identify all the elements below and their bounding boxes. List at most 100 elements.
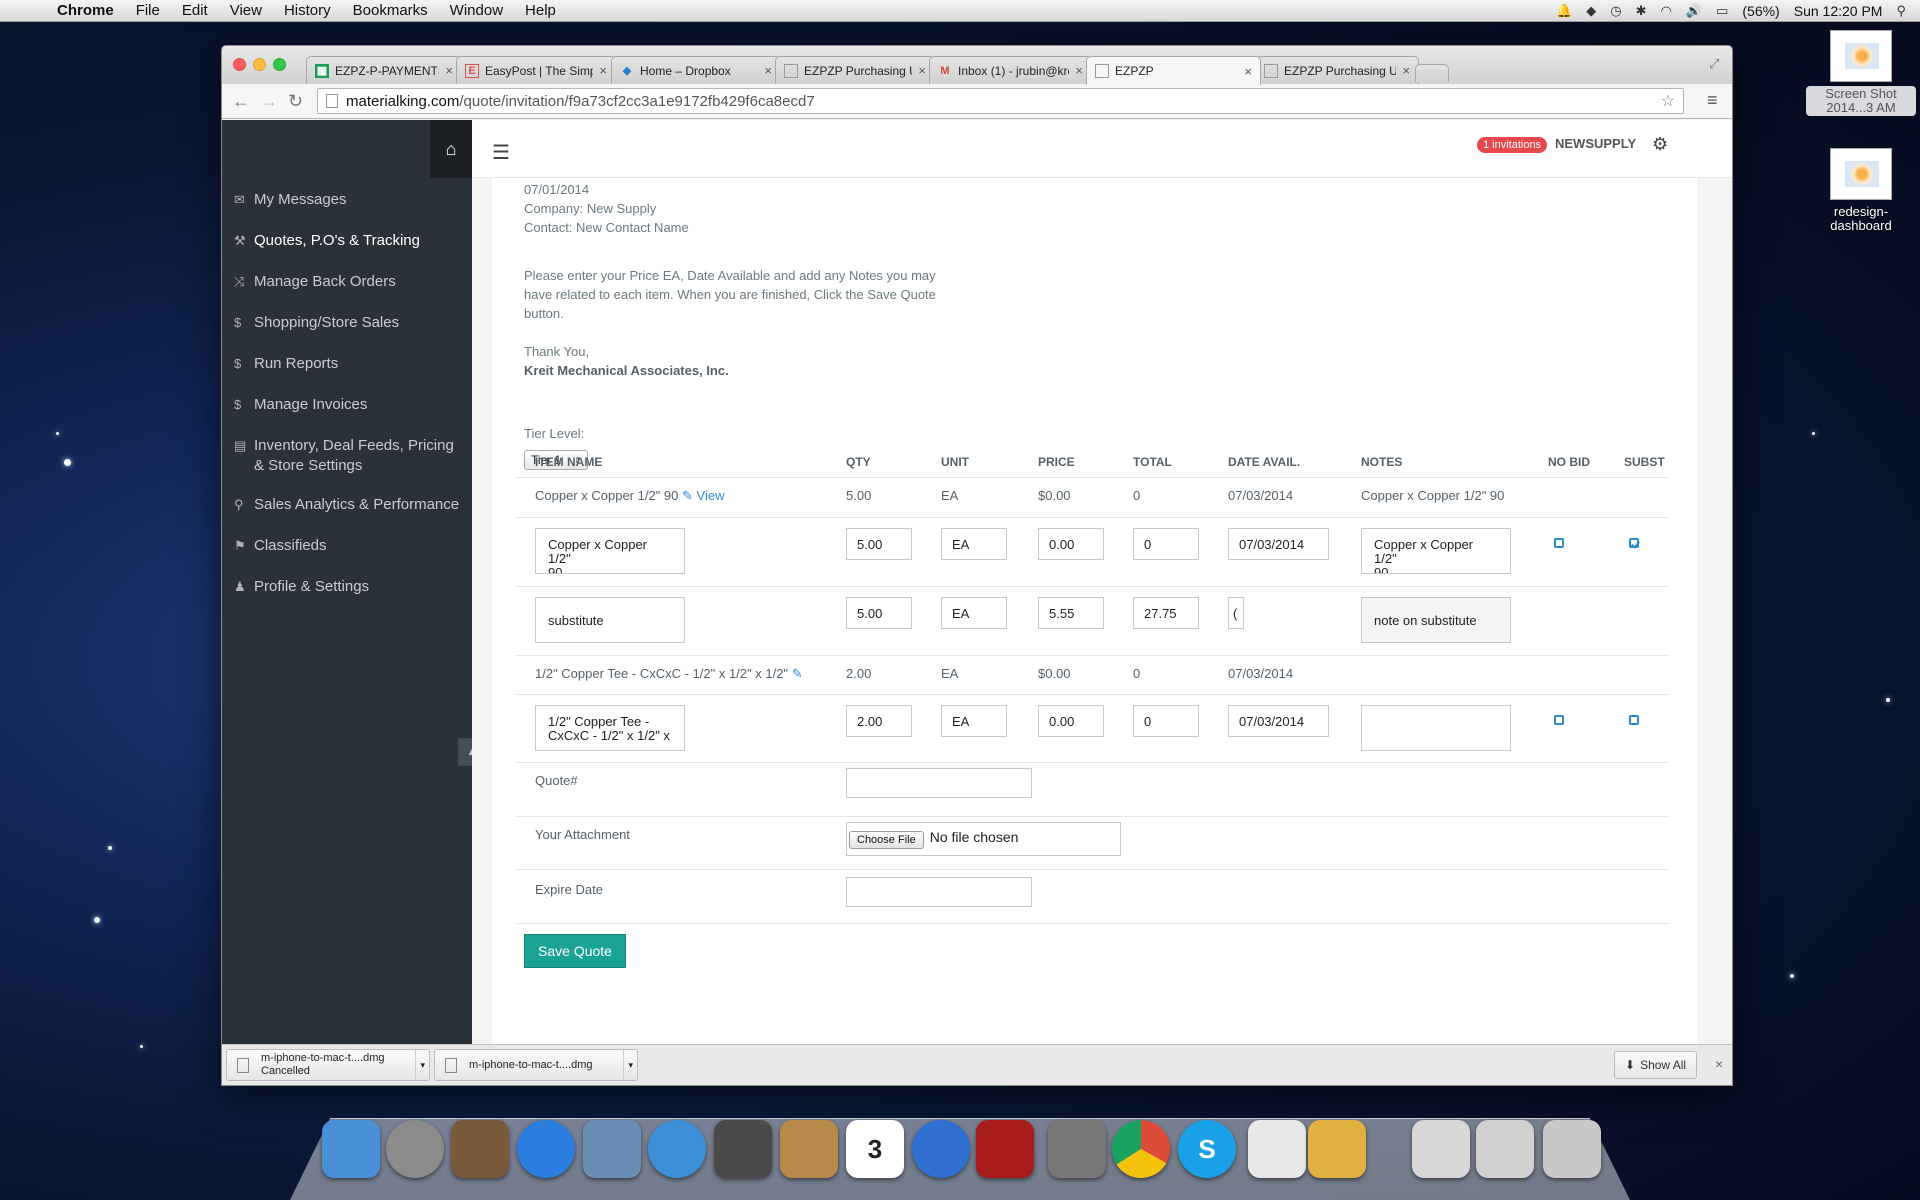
qty-input[interactable]: 2.00 [846, 705, 912, 737]
browser-tab[interactable]: EZPZP Purchasing User Ad × [775, 56, 935, 84]
spotlight-icon[interactable]: ⚲ [1896, 3, 1906, 19]
download-item[interactable]: m-iphone-to-mac-t....dmg Cancelled ▾ [226, 1049, 430, 1081]
paint-icon[interactable] [1308, 1120, 1366, 1178]
documents-icon[interactable] [1412, 1120, 1470, 1178]
launchpad-icon[interactable] [386, 1120, 444, 1178]
menu-file[interactable]: File [125, 2, 171, 19]
total-input[interactable]: 27.75 [1133, 597, 1199, 629]
menu-help[interactable]: Help [514, 2, 567, 19]
safari-icon[interactable] [648, 1120, 706, 1178]
contacts-icon[interactable] [780, 1120, 838, 1178]
time-machine-icon[interactable]: ◷ [1610, 3, 1621, 19]
address-bar[interactable]: materialking.com /quote/invitation/f9a73… [317, 88, 1684, 114]
close-tab-icon[interactable]: × [1244, 64, 1252, 79]
sidebar-item-shopping[interactable]: $ Shopping/Store Sales [222, 301, 472, 342]
sidebar-item-reports[interactable]: $ Run Reports [222, 342, 472, 383]
unit-input[interactable]: EA [941, 597, 1007, 629]
browser-tab[interactable]: E EasyPost | The Simple Ship × [456, 56, 616, 84]
calendar-icon[interactable]: 3 [846, 1120, 904, 1178]
no-bid-checkbox[interactable] [1554, 715, 1564, 725]
menu-view[interactable]: View [219, 2, 273, 19]
browser-tab-active[interactable]: EZPZP × [1086, 56, 1261, 85]
sidebar-item-classifieds[interactable]: ⚑ Classifieds [222, 524, 472, 565]
date-input[interactable]: 07/03/2014 [1228, 705, 1329, 737]
downloads-icon[interactable] [1476, 1120, 1534, 1178]
bookmark-star-icon[interactable]: ☆ [1661, 91, 1675, 111]
substitute-name-textarea[interactable]: substitute [535, 597, 685, 643]
desktop-file-redesign-dashboard[interactable]: redesign-dashboard [1806, 148, 1916, 234]
itunes-icon[interactable] [912, 1120, 970, 1178]
finder-icon[interactable] [322, 1120, 380, 1178]
mail-icon[interactable] [583, 1120, 641, 1178]
browser-tab[interactable]: EZPZP Purchasing User Ad × [1255, 56, 1419, 84]
chrome-menu-icon[interactable]: ≡ [1707, 90, 1718, 111]
show-all-downloads-button[interactable]: ⬇ Show All [1614, 1051, 1698, 1079]
close-downloads-icon[interactable]: × [1715, 1056, 1723, 1072]
sidebar-item-profile[interactable]: ♟ Profile & Settings [222, 565, 472, 606]
forward-icon[interactable]: → [260, 91, 278, 112]
hamburger-menu-icon[interactable]: ☰ [492, 140, 510, 165]
unit-input[interactable]: EA [941, 528, 1007, 560]
menu-window[interactable]: Window [439, 2, 514, 19]
trash-icon[interactable] [1543, 1120, 1601, 1178]
item-name-textarea[interactable]: 1/2" Copper Tee - CxCxC - 1/2" x 1/2" x [535, 705, 685, 751]
notification-icon[interactable]: 🔔 [1556, 3, 1572, 19]
sidebar-item-my-messages[interactable]: ✉ My Messages [222, 181, 472, 219]
company-name[interactable]: NEWSUPPLY [1555, 136, 1636, 151]
photo-booth-icon[interactable] [976, 1120, 1034, 1178]
price-input[interactable]: 5.55 [1038, 597, 1104, 629]
browser-tab[interactable]: ▦ EZPZ-P-PAYMENTS – Goog × [306, 56, 462, 84]
new-tab-button[interactable] [1415, 64, 1449, 82]
sidebar-item-back-orders[interactable]: ⤨ Manage Back Orders [222, 260, 472, 301]
total-input[interactable]: 0 [1133, 528, 1199, 560]
menu-app-name[interactable]: Chrome [46, 2, 125, 19]
substitute-notes-textarea[interactable]: note on substitute [1361, 597, 1511, 643]
view-link[interactable]: View [697, 488, 725, 503]
date-input[interactable]: 07/03/2014 [1228, 528, 1329, 560]
minimize-window-button[interactable] [253, 58, 266, 71]
app-store-icon[interactable] [517, 1120, 575, 1178]
close-window-button[interactable] [233, 58, 246, 71]
close-tab-icon[interactable]: × [599, 63, 607, 78]
menu-edit[interactable]: Edit [171, 2, 219, 19]
volume-icon[interactable]: 🔊 [1686, 3, 1702, 19]
browser-tab[interactable]: ◆ Home – Dropbox × [611, 56, 781, 84]
close-tab-icon[interactable]: × [445, 63, 453, 78]
browser-tab[interactable]: M Inbox (1) - jrubin@kreit.n × [929, 56, 1092, 84]
choose-file-button[interactable]: Choose File [849, 831, 924, 849]
page-info-icon[interactable] [326, 94, 338, 108]
back-icon[interactable]: ← [232, 91, 250, 112]
close-tab-icon[interactable]: × [1075, 63, 1083, 78]
close-tab-icon[interactable]: × [1402, 63, 1410, 78]
zoom-window-button[interactable] [273, 58, 286, 71]
price-input[interactable]: 0.00 [1038, 705, 1104, 737]
sidebar-item-inventory[interactable]: ▤ Inventory, Deal Feeds, Pricing & Store … [222, 424, 472, 485]
edit-icon[interactable]: ✎ [682, 488, 693, 503]
textedit-icon[interactable] [1248, 1120, 1306, 1178]
fullscreen-icon[interactable]: ⤢ [1709, 56, 1719, 72]
subst-checkbox[interactable] [1629, 538, 1639, 548]
close-tab-icon[interactable]: × [918, 63, 926, 78]
unit-input[interactable]: EA [941, 705, 1007, 737]
price-input[interactable]: 0.00 [1038, 528, 1104, 560]
gear-icon[interactable]: ⚙ [1652, 134, 1668, 155]
download-item[interactable]: m-iphone-to-mac-t....dmg ▾ [434, 1049, 638, 1081]
facetime-icon[interactable] [714, 1120, 772, 1178]
evernote-icon[interactable]: ◆ [1586, 3, 1596, 19]
photo-browser-icon[interactable] [451, 1120, 509, 1178]
wifi-icon[interactable]: ◠ [1661, 3, 1672, 19]
qty-input[interactable]: 5.00 [846, 597, 912, 629]
chrome-icon[interactable] [1112, 1120, 1170, 1178]
edit-icon[interactable]: ✎ [792, 666, 803, 681]
menu-bookmarks[interactable]: Bookmarks [342, 2, 439, 19]
home-icon[interactable]: ⌂ [430, 120, 472, 178]
bluetooth-icon[interactable]: ✱ [1636, 3, 1647, 19]
reload-icon[interactable]: ↻ [288, 91, 303, 112]
sidebar-item-invoices[interactable]: $ Manage Invoices [222, 383, 472, 424]
qty-input[interactable]: 5.00 [846, 528, 912, 560]
file-input[interactable]: Choose File No file chosen [846, 822, 1121, 856]
sidebar-item-analytics[interactable]: ⚲ Sales Analytics & Performance [222, 485, 472, 524]
menu-history[interactable]: History [273, 2, 342, 19]
date-input[interactable]: ( [1228, 597, 1244, 629]
item-name-textarea[interactable]: Copper x Copper 1/2" 90 [535, 528, 685, 574]
